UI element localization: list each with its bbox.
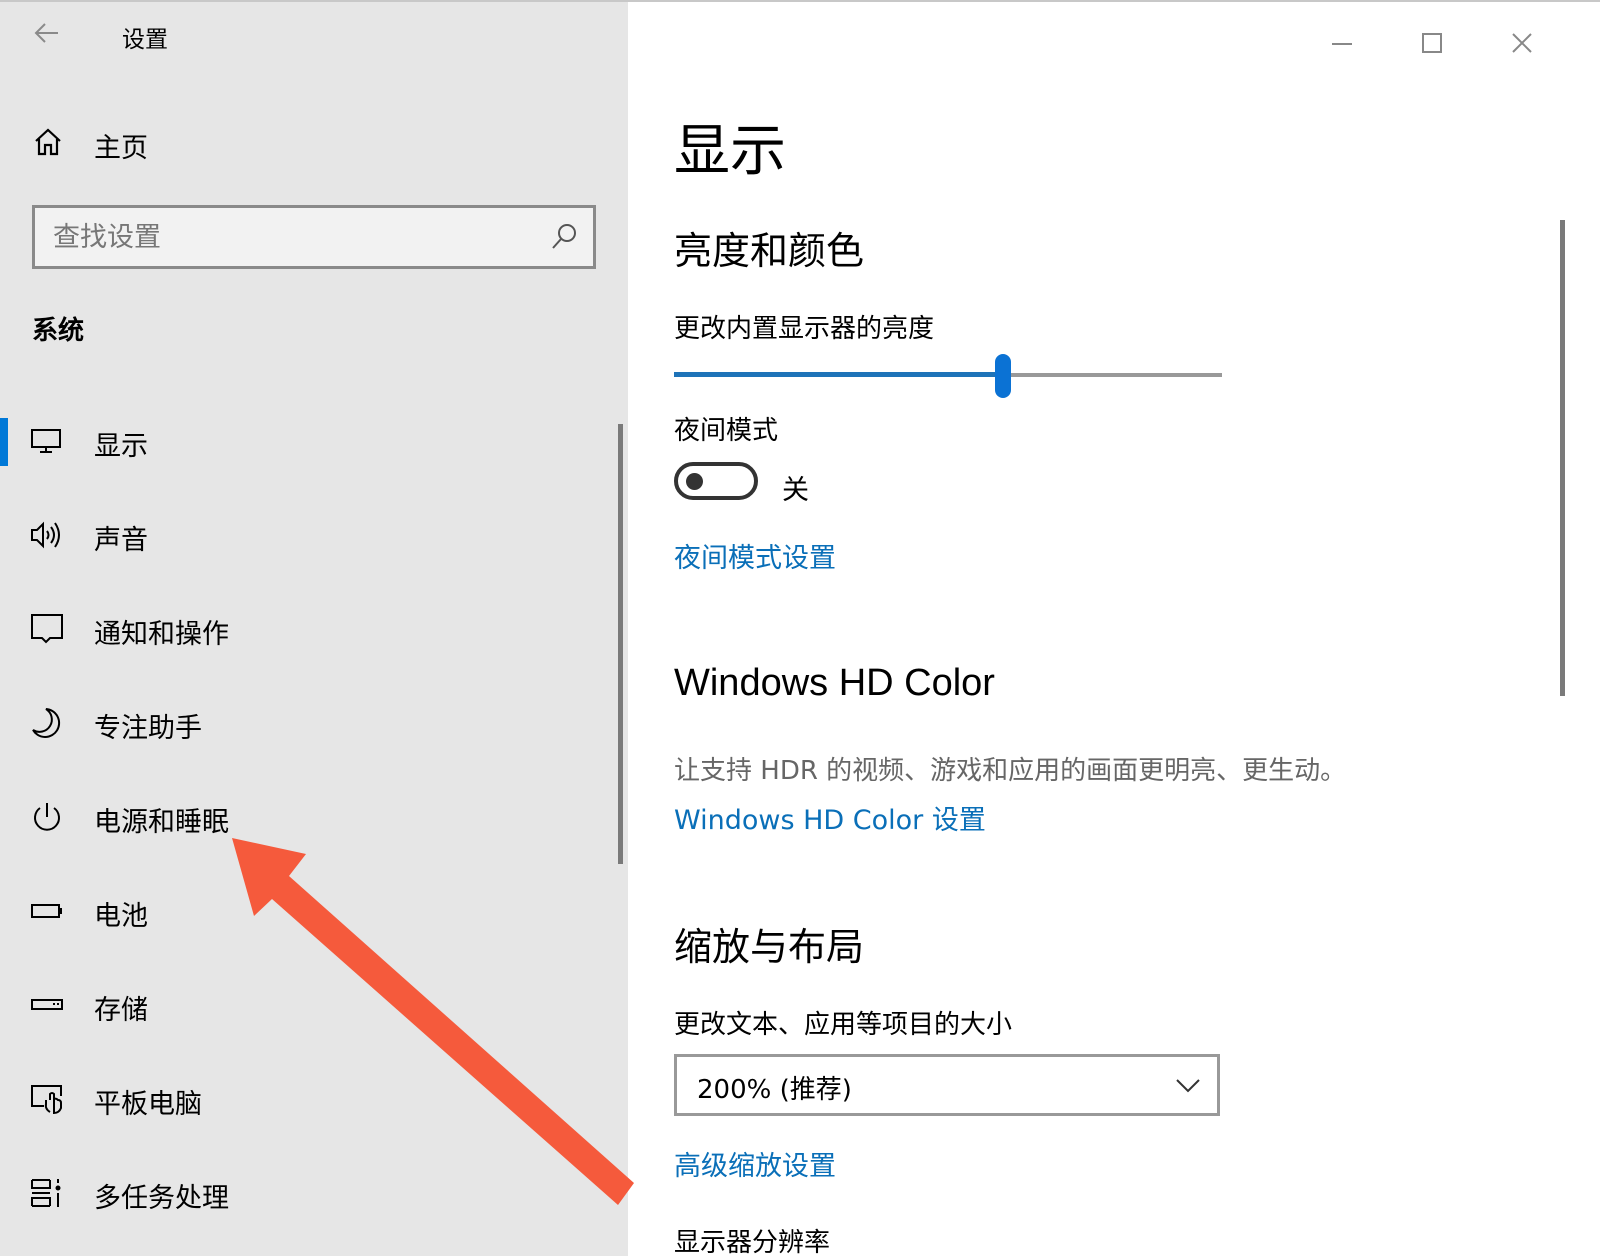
section-heading-scale-layout: 缩放与布局	[674, 925, 865, 969]
home-icon	[35, 128, 61, 156]
sidebar-item-label: 专注助手	[94, 713, 202, 744]
section-heading-hd-color: Windows HD Color	[674, 662, 995, 704]
sidebar-item-label: 主页	[94, 133, 148, 164]
notification-icon	[31, 614, 63, 644]
sidebar-item-label: 电池	[94, 901, 148, 932]
sidebar-item-label: 声音	[94, 525, 148, 556]
night-light-state: 关	[782, 475, 809, 506]
toggle-knob	[686, 473, 703, 490]
battery-icon	[31, 904, 62, 918]
search-box	[32, 205, 596, 269]
close-icon	[1512, 33, 1532, 53]
brightness-slider[interactable]	[674, 354, 1222, 398]
sidebar-item-battery[interactable]: 电池	[0, 866, 628, 960]
sidebar-item-label: 通知和操作	[94, 619, 229, 650]
scale-label: 更改文本、应用等项目的大小	[674, 1010, 1013, 1040]
sidebar-item-display[interactable]: 显示	[0, 396, 628, 490]
sidebar-item-focus-assist[interactable]: 专注助手	[0, 678, 628, 772]
slider-thumb[interactable]	[995, 354, 1011, 398]
advanced-scaling-link[interactable]: 高级缩放设置	[674, 1144, 836, 1183]
sidebar-item-label: 显示	[94, 431, 148, 462]
storage-icon	[31, 999, 63, 1010]
resolution-label: 显示器分辨率	[674, 1218, 830, 1258]
sidebar-item-label: 电源和睡眠	[94, 807, 229, 838]
sidebar: 设置 主页 系统 显示 声音	[0, 2, 628, 1256]
sidebar-item-tablet[interactable]: 平板电脑	[0, 1054, 628, 1148]
close-button[interactable]	[1500, 14, 1544, 54]
main-scrollbar[interactable]	[1560, 220, 1565, 696]
speaker-icon	[31, 521, 60, 549]
arrow-left-icon	[34, 23, 58, 43]
sidebar-item-label: 多任务处理	[94, 1183, 229, 1214]
group-title-system: 系统	[32, 316, 85, 346]
sidebar-nav: 显示 声音 通知和操作 专注助手 电源和睡眠 电池 存储 平板电脑 多任务处理	[0, 396, 628, 1242]
resolution-label-text: 显示器分辨率	[674, 1228, 831, 1258]
night-light-label: 夜间模式	[674, 416, 779, 446]
back-button[interactable]	[28, 14, 68, 54]
maximize-button[interactable]	[1410, 14, 1454, 54]
brightness-label: 更改内置显示器的亮度	[674, 314, 935, 344]
scale-dropdown-value: 200% (推荐)	[697, 1075, 852, 1105]
multitask-icon	[31, 1179, 61, 1207]
moon-icon	[32, 708, 61, 738]
minimize-icon	[1332, 43, 1352, 45]
scale-dropdown[interactable]: 200% (推荐)	[674, 1054, 1220, 1116]
sidebar-item-power-sleep[interactable]: 电源和睡眠	[0, 772, 628, 866]
slider-fill	[674, 372, 1003, 377]
sidebar-scrollbar[interactable]	[618, 424, 623, 864]
hd-color-settings-link[interactable]: Windows HD Color 设置	[674, 798, 986, 837]
sidebar-item-label: 存储	[94, 995, 148, 1026]
night-light-toggle[interactable]	[674, 462, 758, 500]
sidebar-item-label: 平板电脑	[94, 1089, 202, 1120]
night-light-settings-link[interactable]: 夜间模式设置	[674, 536, 836, 575]
monitor-icon	[31, 429, 61, 453]
section-heading-brightness: 亮度和颜色	[674, 229, 865, 273]
hd-color-description: 让支持 HDR 的视频、游戏和应用的画面更明亮、更生动。	[674, 756, 1347, 786]
sidebar-item-home[interactable]: 主页	[0, 112, 628, 174]
search-icon[interactable]	[549, 222, 579, 252]
search-input[interactable]	[53, 208, 533, 266]
chevron-down-icon	[1176, 1079, 1200, 1093]
sidebar-item-storage[interactable]: 存储	[0, 960, 628, 1054]
page-title: 显示	[674, 119, 786, 184]
sidebar-item-sound[interactable]: 声音	[0, 490, 628, 584]
maximize-icon	[1422, 33, 1442, 53]
app-title: 设置	[122, 27, 168, 53]
sidebar-item-notifications[interactable]: 通知和操作	[0, 584, 628, 678]
power-icon	[34, 803, 60, 831]
selected-indicator	[0, 418, 8, 466]
tablet-icon	[31, 1085, 62, 1115]
main-content: 显示 亮度和颜色 更改内置显示器的亮度 夜间模式 关 夜间模式设置 Window…	[628, 2, 1600, 1258]
sidebar-item-multitasking[interactable]: 多任务处理	[0, 1148, 628, 1242]
minimize-button[interactable]	[1320, 14, 1364, 54]
